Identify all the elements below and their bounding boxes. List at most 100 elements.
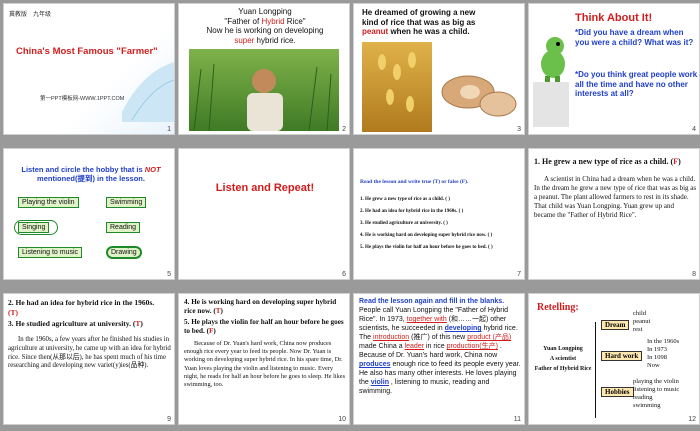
hard-work-item: In 1973 [647, 346, 668, 353]
slide-number: 2 [342, 126, 346, 133]
question-3-close: ) [140, 319, 143, 328]
hobby-item: listening to music [633, 386, 680, 393]
fill-answer-2: developing [444, 325, 482, 332]
dream-item: peanut [633, 318, 651, 325]
retelling-subject: Yuan Longping A scientist Father of Hybr… [533, 344, 593, 374]
fill-text-4: (推广) of this new [411, 334, 466, 341]
passage-text: A scientist in China had a dream when he… [534, 175, 697, 219]
nickname-line: "Father of Hybrid Rice" [179, 16, 349, 27]
fill-answer-4: product (产品) [467, 334, 512, 341]
nickname-hybrid: Hybrid [261, 16, 285, 26]
question-2: *Do you think great people work all the … [575, 70, 698, 98]
hobby-option-swimming[interactable]: Swimming [106, 197, 147, 208]
super-line: super hybrid rice. [179, 35, 349, 46]
subject-name: Yuan Longping [543, 346, 583, 352]
hobby-option-reading[interactable]: Reading [106, 222, 141, 233]
slide-thumbnail-11[interactable]: Read the lesson again and fill in the bl… [353, 293, 525, 425]
question-4-line: 4. He is working hard on developing supe… [184, 298, 348, 316]
hobby-option-drawing-circled[interactable]: Drawing [106, 246, 142, 259]
exercise-question-3: 3. He studied agriculture at university.… [360, 221, 448, 226]
slide-number: 9 [167, 416, 171, 423]
question-close: ) [678, 157, 681, 166]
nickname-a: "Father of [224, 16, 262, 26]
slide-thumbnail-3[interactable]: He dreamed of growing a new kind of rice… [353, 3, 525, 135]
slide-title: Listen and Repeat! [215, 182, 315, 194]
rice-grain-photo [362, 42, 432, 132]
hobby-items: playing the violin listening to music re… [633, 378, 679, 410]
subject-role: A scientist [549, 356, 577, 362]
dream-box: Dream [601, 320, 630, 330]
hard-work-item: In 1098 [647, 354, 668, 361]
slide-thumbnail-9[interactable]: 2. He had an idea for hybrid rice in the… [3, 293, 175, 425]
slide-number: 1 [167, 126, 171, 133]
slide-text: Yuan Longping "Father of Hybrid Rice" No… [179, 4, 349, 46]
fill-in-text: Read the lesson again and fill in the bl… [359, 297, 523, 396]
slide-title: Think About It! [575, 12, 653, 24]
instruction-text: Listen and circle the hobby that is NOT … [10, 165, 172, 183]
slide-thumbnail-10[interactable]: 4. He is working hard on developing supe… [178, 293, 350, 425]
question-3-text: 3. He studied agriculture at university.… [8, 319, 136, 328]
true-false-question: 1. He grew a new type of rice as a child… [534, 157, 681, 166]
slide-number: 6 [342, 271, 346, 278]
fill-text-6: in rice [425, 343, 445, 350]
slide-thumbnail-2[interactable]: Yuan Longping "Father of Hybrid Rice" No… [178, 3, 350, 135]
peanut-word: peanut [362, 27, 389, 36]
dream-item: rest [633, 326, 643, 333]
slide-thumbnail-4[interactable]: Think About It! *Did you have a dream wh… [528, 3, 700, 135]
peanut-photo [440, 52, 518, 130]
slide-thumbnail-1[interactable]: 冀教版 九年级 China's Most Famous "Farmer" 第一P… [3, 3, 175, 135]
hard-work-item: In the 1960s [647, 338, 680, 345]
slide-thumbnail-7[interactable]: Read the lesson and write true (T) or fa… [353, 148, 525, 280]
instruction-not: NOT [144, 165, 161, 174]
passage-text: Because of Dr. Yuan's hard work, China n… [184, 340, 346, 389]
question-5-close: ) [213, 327, 216, 335]
exercise-question-2: 2. He had an idea for hybrid rice in the… [360, 209, 464, 214]
dream-items: child peanut rest [633, 310, 650, 334]
question-5-text: 5. He plays the violin for half an hour … [184, 318, 344, 335]
working-line: Now he is working on developing [206, 26, 324, 35]
footer-text: 第一PPT模板网-WWW.1PPT.COM [40, 96, 125, 102]
slide-thumbnail-8[interactable]: 1. He grew a new type of rice as a child… [528, 148, 700, 280]
hard-work-box: Hard work [601, 351, 643, 361]
hobby-option-music[interactable]: Listening to music [18, 247, 83, 258]
slide-grid: 冀教版 九年级 China's Most Famous "Farmer" 第一P… [0, 0, 700, 431]
slide-number: 4 [692, 126, 696, 133]
dream-line-3: peanut when he was a child. [362, 27, 522, 37]
circle-mark [14, 220, 58, 235]
slide-number: 11 [513, 416, 521, 423]
answer-2: (T) [8, 308, 18, 317]
hybrid-rice-word: hybrid rice. [254, 35, 296, 45]
child-phrase: when he was a child. [388, 27, 470, 36]
instruction-a: Listen and circle the hobby that is [21, 165, 145, 174]
super-word: super [234, 35, 255, 45]
hard-work-item: Now [647, 362, 660, 369]
exercise-question-1: 1. He grew a new type of rice as a child… [360, 197, 450, 202]
slide-thumbnail-12[interactable]: Retelling: Yuan Longping A scientist Fat… [528, 293, 700, 425]
dream-item: child [633, 310, 646, 317]
slide-thumbnail-5[interactable]: Listen and circle the hobby that is NOT … [3, 148, 175, 280]
question-3-line: 3. He studied agriculture at university.… [8, 319, 143, 328]
passage-text: In the 1960s, a few years after he finis… [8, 336, 171, 370]
slide-number: 12 [688, 416, 696, 423]
fill-heading: Read the lesson again and fill in the bl… [359, 298, 505, 305]
hobby-option-violin[interactable]: Playing the violin [18, 197, 79, 208]
rice-field-photo [189, 49, 339, 132]
slide-thumbnail-6[interactable]: Listen and Repeat! 6 [178, 148, 350, 280]
hard-work-items: In the 1960s In 1973 In 1098 Now [647, 338, 679, 370]
slide-title: Retelling: [537, 302, 579, 313]
exercise-heading: Read the lesson and write true (T) or fa… [360, 179, 469, 185]
fill-text-5: made China a [359, 343, 403, 350]
exercise-question-4: 4. He is working hard on developing supe… [360, 233, 493, 238]
slide-number: 10 [338, 416, 346, 423]
fill-answer-7: produces [359, 361, 391, 368]
shadow-illustration [533, 82, 569, 127]
publisher-label: 冀教版 九年级 [9, 12, 52, 18]
slide-number: 5 [167, 271, 171, 278]
person-name: Yuan Longping [238, 7, 292, 16]
slide-number: 8 [692, 271, 696, 278]
fill-answer-6: production(生产) [446, 343, 498, 350]
fill-answer-5: leader [404, 343, 425, 350]
dream-line-1: He dreamed of growing a new [362, 8, 476, 17]
hobbies-box: Hobbies [601, 387, 634, 397]
subject-title: Father of Hybrid Rice [534, 366, 592, 372]
